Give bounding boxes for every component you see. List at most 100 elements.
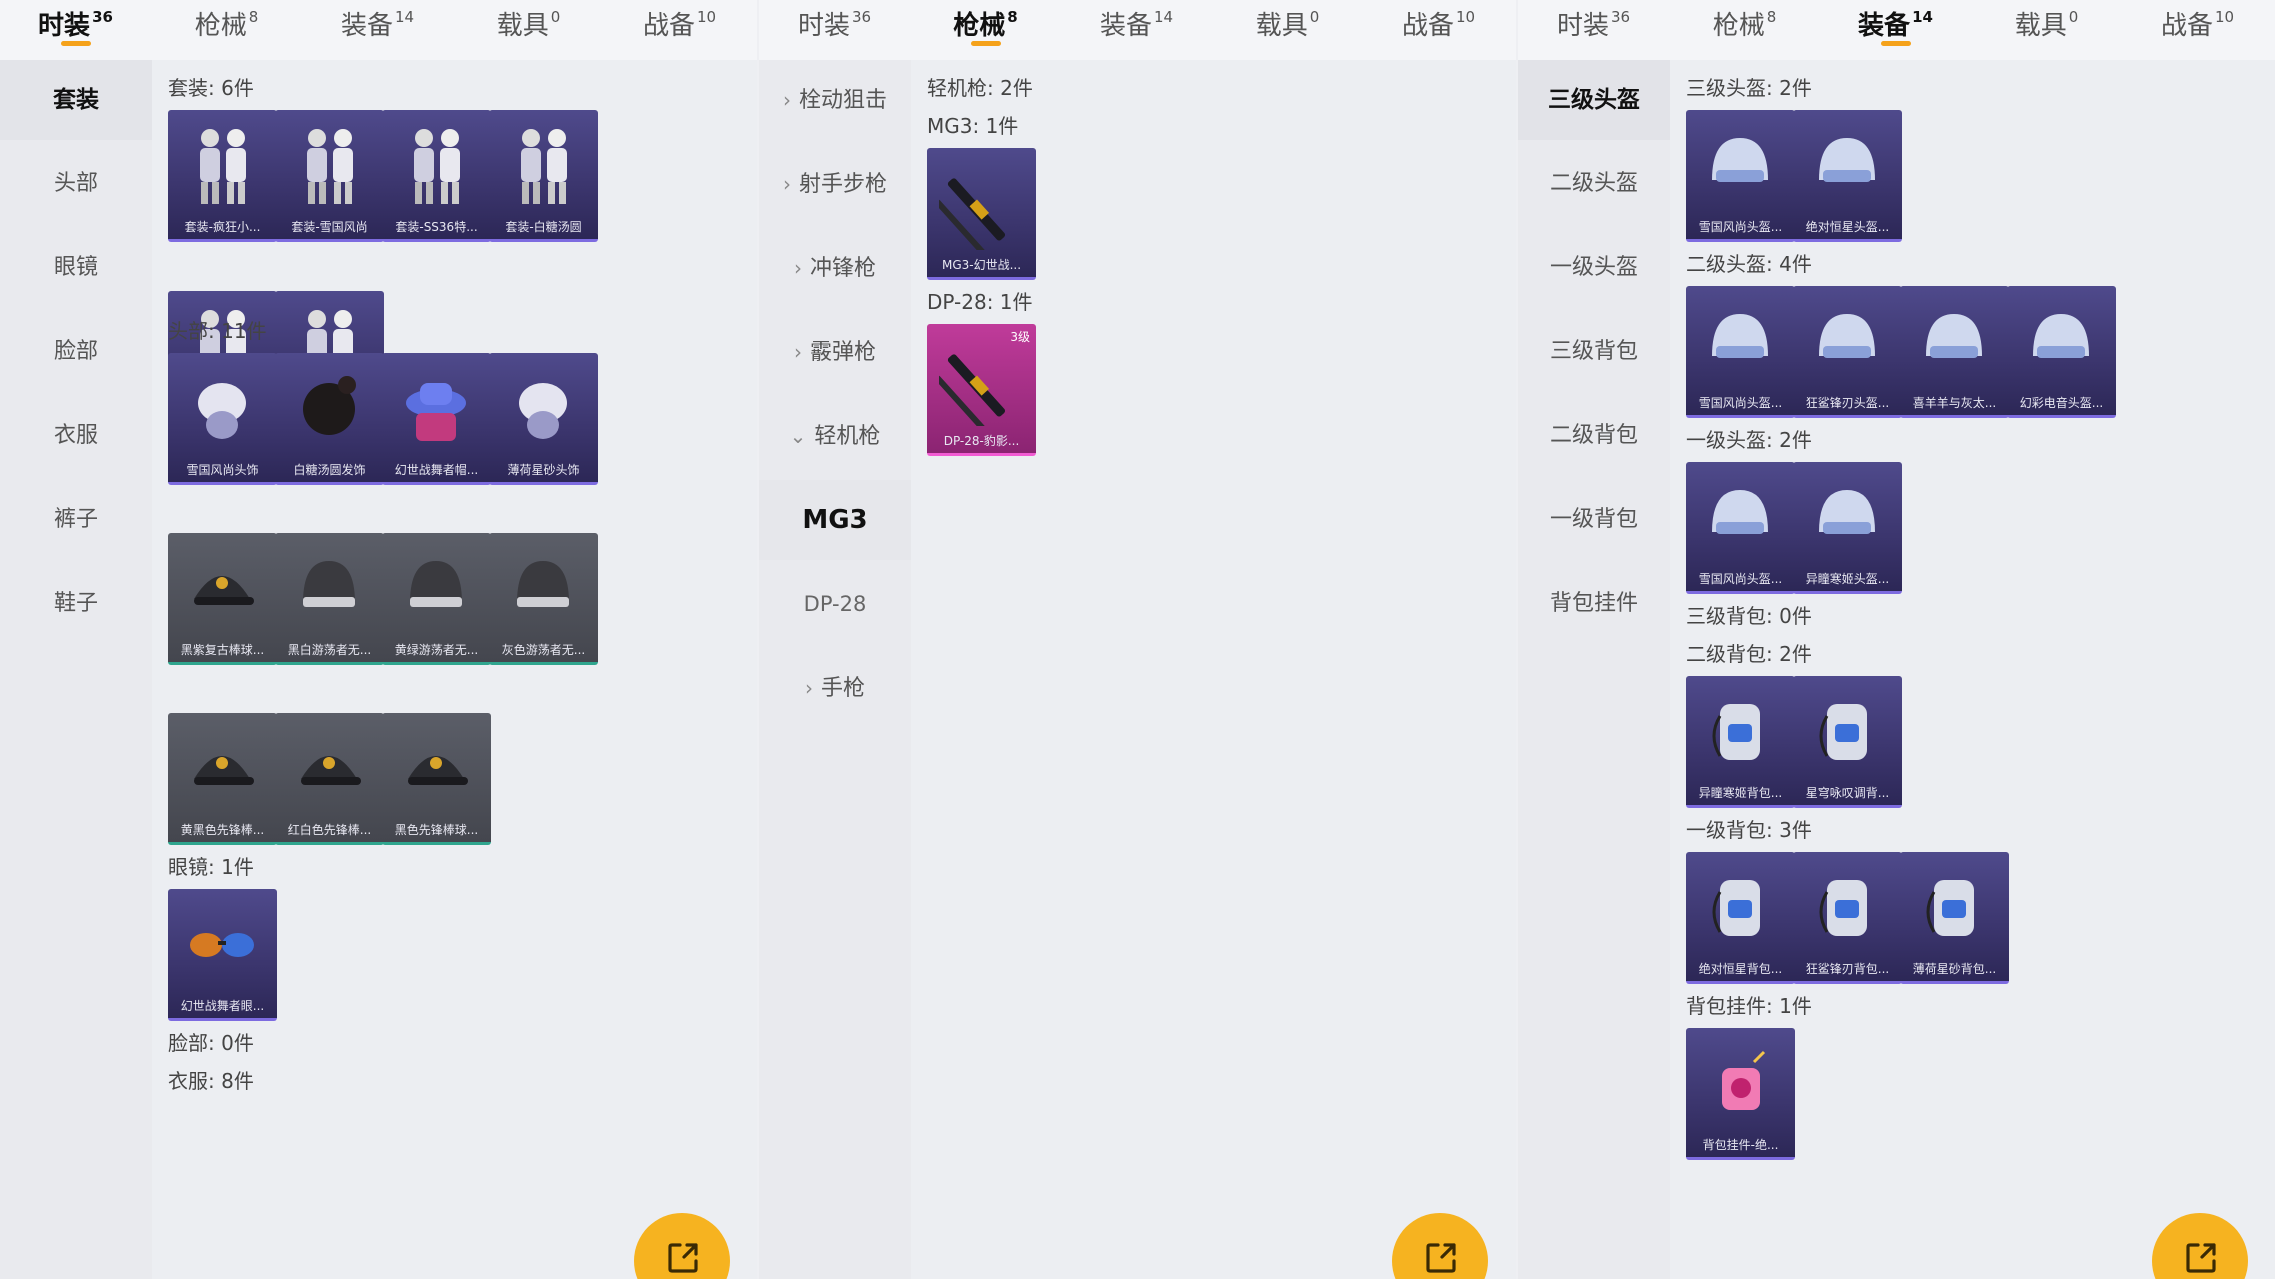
tab-0[interactable]: 时装 36	[759, 0, 910, 60]
item-card[interactable]: 套装-白糖汤圆	[489, 110, 598, 242]
item-card[interactable]: 薄荷星砂头饰	[489, 353, 598, 485]
item-card[interactable]: 黑白游荡者无...	[275, 533, 384, 665]
helmet-icon	[1712, 314, 1768, 358]
item-card[interactable]: 薄荷星砂背包...	[1900, 852, 2009, 984]
item-name: 套装-SS36特...	[395, 220, 478, 234]
nav-item[interactable]: 二级头盔	[1518, 144, 1670, 224]
nav-item-label: 一级头盔	[1549, 255, 1638, 280]
item-card[interactable]: 绝对恒星背包...	[1686, 852, 1795, 984]
nav-item[interactable]: 脸部	[0, 312, 152, 392]
nav-item[interactable]: 一级背包	[1518, 480, 1670, 560]
nav-item[interactable]: 三级背包	[1518, 312, 1670, 392]
nav-item[interactable]: › 霰弹枪	[759, 312, 911, 392]
nav-item[interactable]: › 栓动狙击	[759, 60, 911, 140]
outfit-icon	[521, 129, 567, 204]
nav-item[interactable]: 背包挂件	[1518, 564, 1670, 644]
item-card[interactable]: 灰色游荡者无...	[489, 533, 598, 665]
nav-item[interactable]: DP-28	[759, 564, 911, 644]
item-card[interactable]: 幻世战舞者眼...	[168, 889, 277, 1021]
item-card[interactable]: 3级 DP-28-豹影...	[927, 324, 1036, 456]
nav-item[interactable]: › 冲锋枪	[759, 228, 911, 308]
item-card[interactable]: 喜羊羊与灰太...	[1900, 286, 2009, 418]
nav-item-label: 脸部	[53, 339, 98, 364]
nav-item-label: 三级头盔	[1548, 87, 1640, 113]
item-card[interactable]: 黄黑色先锋棒...	[168, 713, 277, 845]
tab-2[interactable]: 装备 14	[1061, 0, 1212, 60]
nav-item[interactable]: 二级背包	[1518, 396, 1670, 476]
item-card[interactable]: 异瞳寒姬头盔...	[1793, 462, 1902, 594]
tab-3[interactable]: 载具 0	[1212, 0, 1363, 60]
backpack-icon	[1712, 704, 1760, 760]
tab-count: 10	[1455, 8, 1476, 26]
top-tab-bar: 时装 36 枪械 8 装备 14 载具 0 战备 10	[759, 0, 1516, 60]
tab-3[interactable]: 载具 0	[1971, 0, 2122, 60]
nav-item-label: 手枪	[820, 676, 865, 701]
item-card[interactable]: 狂鲨锋刃背包...	[1793, 852, 1902, 984]
helmet-icon	[2033, 314, 2089, 358]
item-card[interactable]: 黄绿游荡者无...	[382, 533, 491, 665]
item-card[interactable]: 背包挂件-绝...	[1686, 1028, 1795, 1160]
nav-item-label: 一级背包	[1549, 507, 1638, 532]
tab-0[interactable]: 时装 36	[0, 0, 151, 60]
nav-item[interactable]: › 射手步枪	[759, 144, 911, 224]
section-title: 三级背包: 0件	[1686, 604, 1812, 628]
item-card[interactable]: 星穹咏叹调背...	[1793, 676, 1902, 808]
item-card[interactable]: 雪国风尚头饰	[168, 353, 277, 485]
tab-count: 14	[1153, 8, 1174, 26]
item-card[interactable]: 幻彩电音头盔...	[2007, 286, 2116, 418]
item-card[interactable]: 黑色先锋棒球...	[382, 713, 491, 845]
item-card[interactable]: 幻世战舞者帽...	[382, 353, 491, 485]
item-card[interactable]: 套装-雪国风尚	[275, 110, 384, 242]
tab-1[interactable]: 枪械 8	[151, 0, 302, 60]
nav-item[interactable]: 一级头盔	[1518, 228, 1670, 308]
nav-item[interactable]: 套装	[0, 60, 152, 140]
item-card[interactable]: 白糖汤圆发饰	[275, 353, 384, 485]
tab-4[interactable]: 战备 10	[1363, 0, 1514, 60]
nav-item[interactable]: 眼镜	[0, 228, 152, 308]
nav-item-label: 二级头盔	[1549, 171, 1638, 196]
item-card[interactable]: 雪国风尚头盔...	[1686, 286, 1795, 418]
item-name: 黄黑色先锋棒...	[180, 823, 265, 837]
tab-4[interactable]: 战备 10	[604, 0, 755, 60]
item-name: 狂鲨锋刃背包...	[1805, 962, 1890, 976]
item-name: 幻彩电音头盔...	[2019, 396, 2104, 410]
cap-icon	[194, 756, 254, 785]
nav-item[interactable]: › 手枪	[759, 648, 911, 728]
section-title: 一级背包: 3件	[1686, 818, 1812, 842]
nav-item[interactable]: 头部	[0, 144, 152, 224]
item-card[interactable]: 绝对恒星头盔...	[1793, 110, 1902, 242]
item-card[interactable]: 黑紫复古棒球...	[168, 533, 277, 665]
item-card[interactable]: 红白色先锋棒...	[275, 713, 384, 845]
tab-4[interactable]: 战备 10	[2122, 0, 2273, 60]
hair-icon	[303, 376, 356, 435]
tab-3[interactable]: 载具 0	[453, 0, 604, 60]
item-card[interactable]: MG3-幻世战...	[927, 148, 1036, 280]
tab-count: 8	[248, 8, 259, 26]
nav-item-label: 冲锋枪	[809, 256, 876, 281]
item-card[interactable]: 狂鲨锋刃头盔...	[1793, 286, 1902, 418]
nav-item[interactable]: 三级头盔	[1518, 60, 1670, 140]
item-card[interactable]: 套装-SS36特...	[382, 110, 491, 242]
tab-0[interactable]: 时装 36	[1518, 0, 1669, 60]
item-card[interactable]: 雪国风尚头盔...	[1686, 110, 1795, 242]
chevron-down-icon: ⌄	[789, 424, 807, 448]
nav-item[interactable]: ⌄ 轻机枪	[759, 396, 911, 476]
outfit-icon	[414, 129, 460, 204]
tab-1[interactable]: 枪械 8	[910, 0, 1061, 60]
nav-item[interactable]: 裤子	[0, 480, 152, 560]
nav-item[interactable]: 衣服	[0, 396, 152, 476]
item-name: 幻世战舞者眼...	[180, 999, 265, 1013]
nav-item[interactable]: MG3	[759, 480, 911, 560]
item-card[interactable]: 异瞳寒姬背包...	[1686, 676, 1795, 808]
tab-2[interactable]: 装备 14	[1820, 0, 1971, 60]
chevron-right-icon: ›	[804, 676, 813, 700]
tab-2[interactable]: 装备 14	[302, 0, 453, 60]
nav-item[interactable]: 鞋子	[0, 564, 152, 644]
item-name: 黑白游荡者无...	[287, 643, 372, 657]
section-title: 衣服: 8件	[168, 1069, 254, 1093]
category-nav: 三级头盔二级头盔一级头盔三级背包 二级背包一级背包背包挂件	[1518, 60, 1670, 1279]
item-card[interactable]: 套装-疯狂小...	[168, 110, 277, 242]
nav-item-label: 眼镜	[53, 255, 98, 280]
item-card[interactable]: 雪国风尚头盔...	[1686, 462, 1795, 594]
tab-1[interactable]: 枪械 8	[1669, 0, 1820, 60]
